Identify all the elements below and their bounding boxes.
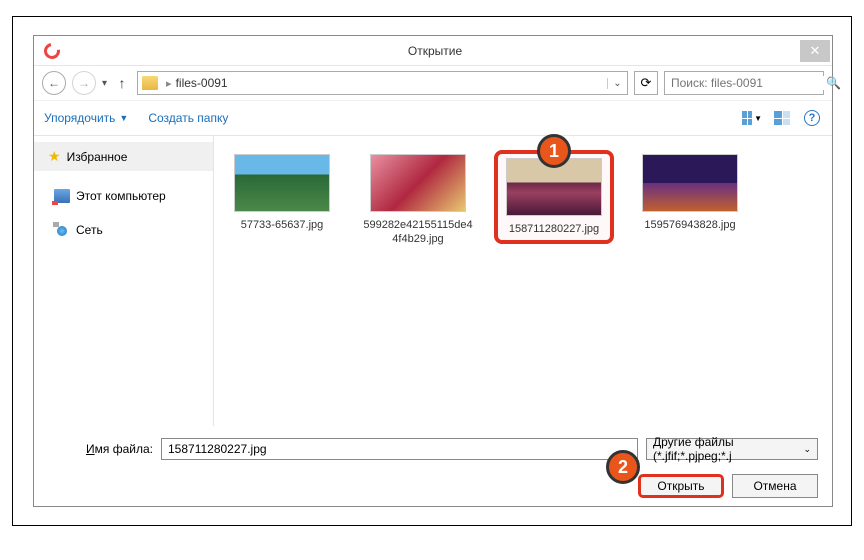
open-button[interactable]: Открыть	[638, 474, 724, 498]
recent-dropdown[interactable]: ▾	[102, 78, 107, 89]
file-type-filter[interactable]: Другие файлы (*.jfif;*.pjpeg;*.j ⌄	[646, 438, 818, 460]
opera-icon	[41, 39, 63, 61]
address-dropdown[interactable]: ⌄	[607, 78, 627, 89]
network-icon	[54, 223, 70, 237]
organize-menu[interactable]: Упорядочить ▼	[44, 111, 128, 125]
toolbar: Упорядочить ▼ Создать папку ▼ ?	[34, 100, 832, 136]
close-button[interactable]: ✕	[800, 40, 830, 62]
dialog-title: Открытие	[70, 44, 800, 58]
search-input[interactable]	[671, 76, 826, 90]
file-list: 57733-65637.jpg 599282e42155115de44f4b29…	[214, 136, 832, 426]
file-item[interactable]: 599282e42155115de44f4b29.jpg	[358, 150, 478, 251]
annotation-marker-1: 1	[537, 134, 571, 168]
cancel-button[interactable]: Отмена	[732, 474, 818, 498]
grid-icon	[742, 111, 752, 125]
help-icon: ?	[804, 110, 820, 126]
address-bar[interactable]: ▸ files-0091 ⌄	[137, 71, 628, 95]
thumbnail	[234, 154, 330, 212]
new-folder-button[interactable]: Создать папку	[148, 111, 228, 125]
star-icon: ★	[48, 148, 61, 165]
chevron-down-icon: ⌄	[803, 444, 811, 455]
breadcrumb-folder[interactable]: files-0091	[176, 76, 228, 90]
computer-icon	[54, 189, 70, 203]
titlebar: Открытие ✕	[34, 36, 832, 66]
file-name: 159576943828.jpg	[634, 218, 746, 232]
panes-icon	[774, 111, 790, 125]
file-name: 57733-65637.jpg	[226, 218, 338, 232]
thumbnail	[642, 154, 738, 212]
filename-label: Имя файла:	[48, 442, 153, 456]
up-button[interactable]: ↑	[113, 74, 131, 92]
forward-button[interactable]: →	[72, 71, 96, 95]
file-item[interactable]: 57733-65637.jpg	[222, 150, 342, 236]
sidebar-favorites[interactable]: ★ Избранное	[34, 142, 213, 171]
dialog-body: ★ Избранное Этот компьютер Сеть 57733-65…	[34, 136, 832, 426]
thumbnail	[370, 154, 466, 212]
file-name: 599282e42155115de44f4b29.jpg	[362, 218, 474, 247]
folder-icon	[142, 76, 158, 90]
navigation-bar: ← → ▾ ↑ ▸ files-0091 ⌄ ⟳ 🔍	[34, 66, 832, 100]
breadcrumb-separator: ▸	[162, 77, 176, 90]
sidebar-this-pc[interactable]: Этот компьютер	[34, 183, 213, 209]
help-button[interactable]: ?	[802, 108, 822, 128]
file-item-selected[interactable]: 1 158711280227.jpg	[494, 150, 614, 244]
filename-input[interactable]	[161, 438, 638, 460]
sidebar-network[interactable]: Сеть	[34, 217, 213, 243]
chevron-down-icon: ▼	[754, 114, 762, 123]
file-open-dialog: Открытие ✕ ← → ▾ ↑ ▸ files-0091 ⌄ ⟳ 🔍 Уп…	[33, 35, 833, 507]
search-icon: 🔍	[826, 76, 841, 90]
search-box[interactable]: 🔍	[664, 71, 824, 95]
preview-pane-button[interactable]	[772, 108, 792, 128]
sidebar: ★ Избранное Этот компьютер Сеть	[34, 136, 214, 426]
view-mode-button[interactable]: ▼	[742, 108, 762, 128]
file-name: 158711280227.jpg	[502, 222, 606, 236]
back-button[interactable]: ←	[42, 71, 66, 95]
refresh-button[interactable]: ⟳	[634, 71, 658, 95]
chevron-down-icon: ▼	[119, 113, 128, 123]
file-item[interactable]: 159576943828.jpg	[630, 150, 750, 236]
dialog-footer: Имя файла: Другие файлы (*.jfif;*.pjpeg;…	[34, 426, 832, 508]
annotation-marker-2: 2	[606, 450, 640, 484]
